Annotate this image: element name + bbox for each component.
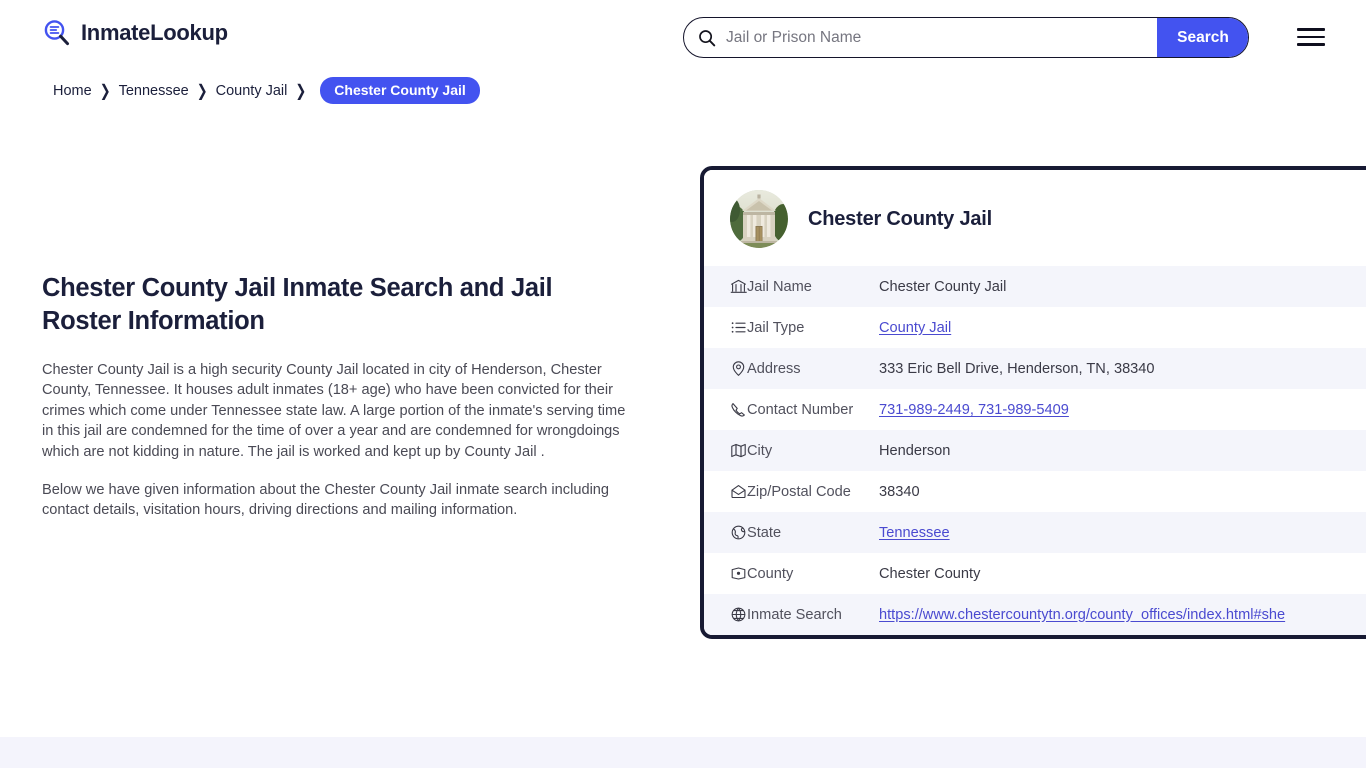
row-value: Henderson	[879, 442, 951, 459]
breadcrumb-item-home[interactable]: Home	[53, 83, 92, 99]
search-icon	[698, 29, 716, 47]
globe-icon	[704, 512, 747, 553]
list-icon	[704, 307, 747, 348]
bank-icon	[704, 266, 747, 307]
table-row: County Chester County	[704, 553, 1366, 594]
contact-number-link[interactable]: 731-989-2449, 731-989-5409	[879, 402, 1069, 418]
map-point-icon	[704, 553, 747, 594]
row-value: 38340	[879, 483, 920, 500]
main-content-column: Chester County Jail Inmate Search and Ja…	[42, 272, 634, 521]
envelope-icon	[704, 471, 747, 512]
row-value: 731-989-2449, 731-989-5409	[879, 389, 1366, 430]
search-bar[interactable]: Search	[683, 17, 1249, 58]
row-label: Contact Number	[747, 401, 854, 418]
intro-paragraph-2: Below we have given information about th…	[42, 482, 610, 519]
row-label: City	[747, 442, 773, 459]
page-title: Chester County Jail Inmate Search and Ja…	[42, 274, 553, 335]
hamburger-line	[1297, 35, 1325, 39]
search-button[interactable]: Search	[1157, 18, 1248, 57]
map-pin-icon	[704, 348, 747, 389]
jail-card-title: Chester County Jail	[808, 207, 993, 230]
row-value: Chester County	[879, 565, 981, 582]
hamburger-line	[1297, 43, 1325, 46]
row-value: https://www.chestercountytn.org/county_o…	[879, 594, 1366, 635]
courthouse-photo	[730, 190, 788, 248]
row-label: State	[747, 524, 782, 541]
chevron-right-icon: ❯	[99, 80, 111, 100]
table-row: Jail Type County Jail	[704, 307, 1366, 348]
row-label: County	[747, 565, 794, 582]
jail-card-header: Chester County Jail	[704, 170, 1366, 266]
row-label: Address	[747, 360, 801, 377]
row-label: Jail Name	[747, 278, 812, 295]
table-row: Inmate Search https://www.chestercountyt…	[704, 594, 1366, 635]
table-row: Address 333 Eric Bell Drive, Henderson, …	[704, 348, 1366, 389]
row-label: Zip/Postal Code	[747, 483, 851, 500]
footer-band	[0, 737, 1366, 768]
row-label: Inmate Search	[747, 606, 842, 623]
site-header: InmateLookup Search	[0, 0, 1366, 74]
chevron-right-icon: ❯	[196, 80, 208, 100]
hamburger-menu-icon[interactable]	[1297, 25, 1327, 49]
row-value: Chester County Jail	[879, 278, 1007, 295]
jail-info-card: Chester County Jail Jail Name Chester Co…	[700, 166, 1366, 639]
state-link[interactable]: Tennessee	[879, 525, 950, 541]
row-label: Jail Type	[747, 319, 805, 336]
row-value: 333 Eric Bell Drive, Henderson, TN, 3834…	[879, 360, 1155, 377]
table-row: State Tennessee	[704, 512, 1366, 553]
search-input[interactable]	[716, 18, 1157, 57]
web-globe-icon	[704, 594, 747, 635]
brand-name: InmateLookup	[81, 20, 228, 45]
row-value: County Jail	[879, 307, 1366, 348]
chevron-right-icon: ❯	[295, 80, 307, 100]
magnifier-list-icon	[42, 18, 72, 48]
jail-info-table: Jail Name Chester County Jail Jail Type …	[704, 266, 1366, 635]
row-value: Tennessee	[879, 512, 1366, 553]
breadcrumb-item-county-jail[interactable]: County Jail	[216, 83, 288, 99]
hamburger-line	[1297, 28, 1325, 31]
jail-type-link[interactable]: County Jail	[879, 320, 951, 336]
map-icon	[704, 430, 747, 471]
inmate-search-link[interactable]: https://www.chestercountytn.org/county_o…	[879, 607, 1285, 623]
brand-logo-link[interactable]: InmateLookup	[42, 18, 228, 48]
breadcrumb-current-badge: Chester County Jail	[320, 77, 480, 104]
table-row: Contact Number 731-989-2449, 731-989-540…	[704, 389, 1366, 430]
phone-icon	[704, 389, 747, 430]
breadcrumb-item-tennessee[interactable]: Tennessee	[119, 83, 189, 99]
breadcrumb: Home ❯ Tennessee ❯ County Jail ❯ Chester…	[53, 77, 480, 104]
table-row: Zip/Postal Code 38340	[704, 471, 1366, 512]
table-row: City Henderson	[704, 430, 1366, 471]
intro-paragraph-1: Chester County Jail is a high security C…	[42, 362, 626, 460]
table-row: Jail Name Chester County Jail	[704, 266, 1366, 307]
